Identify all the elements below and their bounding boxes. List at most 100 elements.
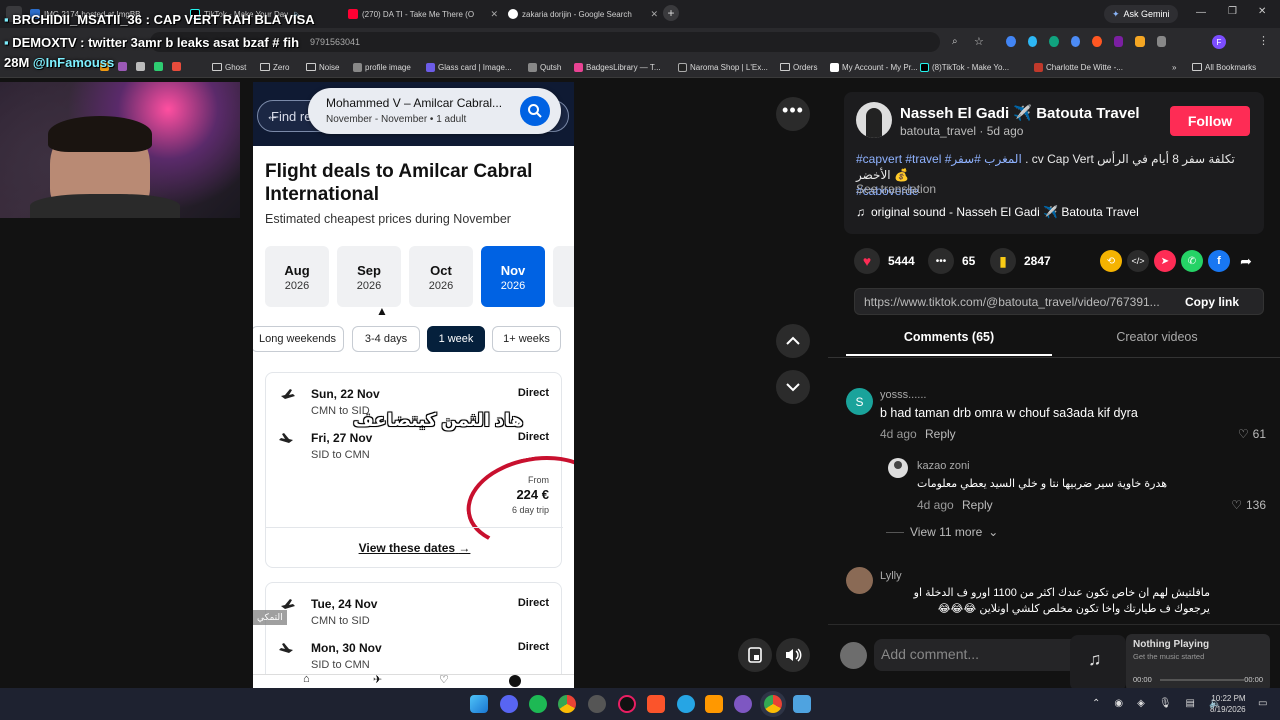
month-nov[interactable]: Nov 2026 (481, 246, 545, 307)
previous-video-button[interactable] (776, 324, 810, 358)
chip-1-week[interactable]: 1 week (427, 326, 485, 352)
home-icon[interactable]: ⌂ (303, 673, 310, 685)
extension-icon[interactable] (1006, 36, 1016, 47)
view-dates-link[interactable]: View these dates → (266, 541, 563, 555)
follow-button[interactable]: Follow (1170, 106, 1250, 136)
comment-avatar[interactable]: S (846, 388, 873, 415)
bookmark-naroma[interactable]: Naroma Shop | L'Ex... (678, 60, 768, 74)
extension-icon[interactable] (1027, 36, 1037, 47)
menu-icon[interactable]: ⋮ (1258, 34, 1269, 47)
app-icon[interactable] (705, 695, 723, 713)
bookmarks-overflow[interactable]: » (1172, 60, 1176, 74)
microphone-icon[interactable]: 🎙 (1159, 698, 1172, 709)
tray-icon[interactable]: ◉ (1114, 698, 1123, 709)
chrome-active-icon[interactable] (764, 695, 782, 713)
spotify-icon[interactable] (529, 695, 547, 713)
comment-button[interactable]: ••• 65 (928, 248, 975, 274)
bookmark-tiktok[interactable]: (8)TikTok - Make Yo... (920, 60, 1009, 74)
copy-link-button[interactable]: Copy link (1185, 295, 1239, 309)
month-oct[interactable]: Oct 2026 (409, 246, 473, 307)
new-tab-button[interactable]: + (663, 5, 679, 21)
bookmark-my-account[interactable]: My Account - My Pr... (830, 60, 918, 74)
route-summary-pill[interactable]: Mohammed V – Amilcar Cabral... November … (308, 88, 561, 134)
like-button[interactable]: ♥ 5444 (854, 248, 915, 274)
notification-icon[interactable]: ▭ (1258, 698, 1267, 709)
reply-button[interactable]: Reply (962, 498, 993, 512)
plane-icon[interactable]: ✈ (373, 673, 382, 686)
chevron-up-icon[interactable]: ⌃ (1092, 698, 1100, 709)
volume-button[interactable] (776, 638, 810, 672)
chip-long-weekends[interactable]: Long weekends (253, 326, 344, 352)
extension-icon[interactable] (1070, 36, 1080, 47)
discord-icon[interactable] (500, 695, 518, 713)
month-sep[interactable]: Sep 2026 (337, 246, 401, 307)
media-widget[interactable]: Nothing Playing Get the music started 00… (1126, 634, 1270, 692)
author-name[interactable]: Nasseh El Gadi ✈️ Batouta Travel (900, 104, 1140, 122)
bookmark-star-icon[interactable]: ☆ (974, 35, 984, 48)
tab-comments[interactable]: Comments (65) (846, 330, 1052, 356)
close-tab-icon[interactable]: ✕ (490, 9, 498, 20)
whatsapp-icon[interactable]: ✆ (1181, 250, 1203, 272)
bookmark-glass-card[interactable]: Glass card | Image... (426, 60, 512, 74)
telegram-icon[interactable] (677, 695, 695, 713)
month-next[interactable] (553, 246, 574, 307)
next-video-button[interactable] (776, 370, 810, 404)
comment-like-button[interactable]: ♡ 136 (1231, 498, 1266, 512)
bookmark-qutsh[interactable]: Qutsh (528, 60, 561, 74)
bookmark-icon[interactable] (136, 62, 145, 71)
heart-icon[interactable]: ♡ (439, 673, 449, 686)
comment-avatar[interactable] (888, 458, 908, 478)
obs-icon[interactable] (588, 695, 606, 713)
bookmark-icon[interactable] (172, 62, 181, 71)
reply-button[interactable]: Reply (925, 427, 956, 441)
embed-icon[interactable]: </> (1127, 250, 1149, 272)
tab-google[interactable]: zakaria dorijin - Google Search ✕ (508, 4, 658, 24)
search-icon[interactable] (520, 96, 550, 126)
zoom-icon[interactable]: ⌕ (952, 36, 958, 47)
tab-creator-videos[interactable]: Creator videos (1054, 330, 1260, 356)
chip-1-plus-weeks[interactable]: 1+ weeks (492, 326, 561, 352)
puzzle-icon[interactable] (1156, 36, 1166, 47)
ask-gemini-button[interactable]: ✦ Ask Gemini (1104, 5, 1178, 23)
repost-icon[interactable]: ⟲ (1100, 250, 1122, 272)
close-tab-icon[interactable]: ✕ (650, 9, 658, 20)
all-bookmarks-button[interactable]: All Bookmarks (1192, 60, 1256, 74)
extension-icon[interactable] (1049, 36, 1059, 47)
save-button[interactable]: ▮ 2847 (990, 248, 1051, 274)
tab-youtube[interactable]: (270) DA TI - Take Me There (O ✕ (348, 4, 498, 24)
sound-link[interactable]: ♫ original sound - Nasseh El Gadi ✈️ Bat… (856, 205, 1139, 219)
month-aug[interactable]: Aug 2026 (265, 246, 329, 307)
comment-username[interactable]: Lylly (880, 570, 902, 582)
comment-username[interactable]: yosss...... (880, 389, 926, 401)
media-progress[interactable] (1160, 679, 1244, 681)
send-icon[interactable]: ➤ (1154, 250, 1176, 272)
chrome-icon[interactable] (558, 695, 576, 713)
start-icon[interactable] (470, 695, 488, 713)
comment-like-button[interactable]: ♡ 61 (1238, 427, 1266, 441)
app-icon[interactable] (793, 695, 811, 713)
comment-avatar[interactable] (846, 567, 873, 594)
maximize-button[interactable]: ❐ (1228, 6, 1237, 17)
deal-card[interactable]: Sun, 22 Nov CMN to SID Direct Fri, 27 No… (265, 372, 574, 568)
profile-icon[interactable] (509, 675, 521, 687)
author-avatar[interactable] (856, 102, 892, 138)
bookmark-noise[interactable]: Noise (306, 60, 339, 74)
see-translation-link[interactable]: See translation (856, 182, 936, 196)
bookmark-ghost[interactable]: Ghost (212, 60, 246, 74)
system-clock[interactable]: 10:22 PM 8/19/2026 (1210, 693, 1246, 715)
bookmark-badges[interactable]: BadgesLibrary — T... (574, 60, 661, 74)
bookmark-orders[interactable]: Orders (780, 60, 817, 74)
bookmark-icon[interactable] (154, 62, 163, 71)
view-more-replies[interactable]: View 11 more ⌄ (886, 525, 998, 539)
bookmark-profile-image[interactable]: profile image (353, 60, 411, 74)
comment-username[interactable]: kazao zoni (917, 460, 970, 472)
bookmark-zero[interactable]: Zero (260, 60, 289, 74)
extension-icon[interactable] (1135, 36, 1145, 47)
chip-3-4-days[interactable]: 3-4 days (352, 326, 420, 352)
bookmark-icon[interactable] (118, 62, 127, 71)
tray-icon[interactable]: ◈ (1137, 698, 1145, 709)
extension-icon[interactable] (1113, 36, 1123, 47)
network-icon[interactable]: ▤ (1186, 698, 1195, 709)
extension-icon[interactable] (1092, 36, 1102, 47)
tiktok-video[interactable]: ← Find related content Mohammed V – Amil… (253, 82, 574, 688)
